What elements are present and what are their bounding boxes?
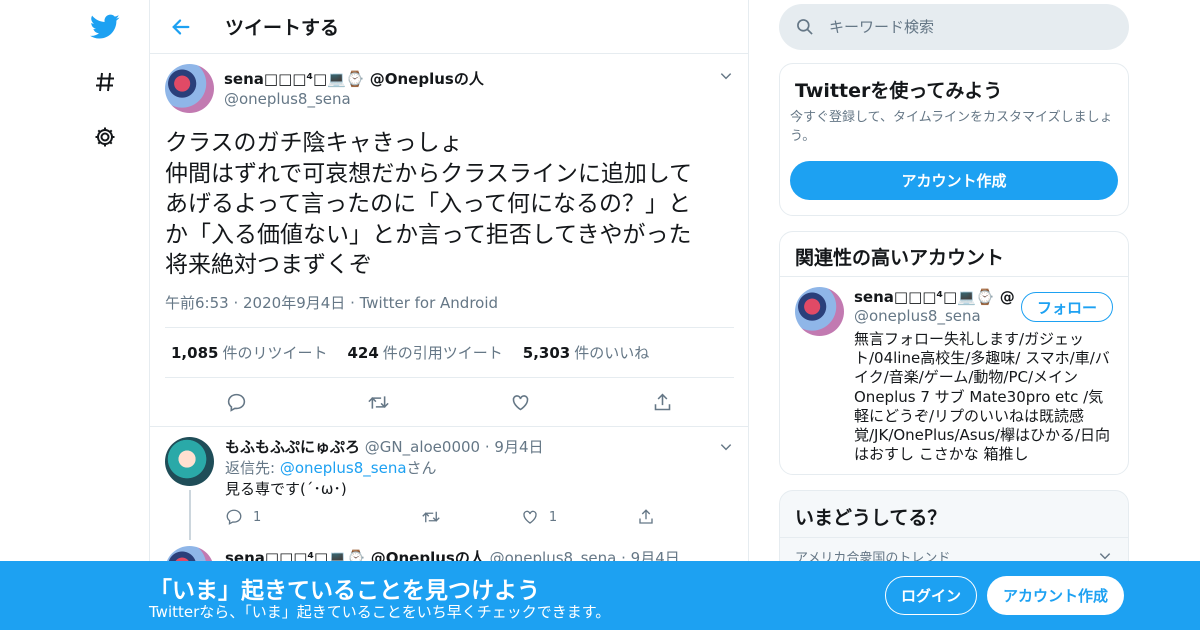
reply-icon[interactable]: [223, 389, 249, 415]
avatar[interactable]: [165, 64, 214, 113]
reply-retweet-button[interactable]: [421, 508, 441, 526]
chevron-down-icon[interactable]: [716, 66, 736, 86]
back-arrow-icon[interactable]: [164, 10, 198, 44]
divider: [780, 537, 1128, 538]
reply-to: 返信先: @oneplus8_senaさん: [225, 459, 437, 477]
chevron-down-icon[interactable]: [716, 437, 736, 457]
reply-icon: [226, 509, 242, 525]
reply-date[interactable]: 9月4日: [494, 438, 543, 456]
main-column: ツイートする sena□□□⁴□💻⌚ @Oneplusの人 @oneplus8_…: [149, 0, 749, 630]
left-nav: [0, 0, 150, 630]
gear-icon[interactable]: [88, 120, 122, 154]
related-accounts-card: 関連性の高いアカウント sena□□□⁴□💻⌚ @... @oneplus8_s…: [779, 231, 1129, 475]
reply-tweet[interactable]: もふもふぷにゅぷろ @GN_aloe0000 · 9月4日 返信先: @onep…: [150, 427, 748, 541]
avatar[interactable]: [165, 437, 214, 486]
login-button[interactable]: ログイン: [885, 576, 977, 615]
reply-like-count: 1: [548, 509, 558, 525]
retweet-count[interactable]: 1,085 件のリツイート: [171, 342, 327, 363]
retweet-icon: [422, 511, 440, 523]
tweet-text: クラスのガチ陰キャきっしょ 仲間はずれで可哀想だからクラスラインに追加して あげ…: [165, 130, 693, 278]
reply-text: 見る専です(´･ω･): [225, 480, 347, 498]
search-bar[interactable]: [779, 4, 1129, 50]
divider: [780, 276, 1128, 277]
signup-banner: 「いま」起きていることを見つけよう Twitterなら、「いま」起きていることを…: [0, 561, 1200, 630]
author-name[interactable]: sena□□□⁴□💻⌚ @Oneplusの人: [224, 68, 484, 89]
tweet-time[interactable]: 午前6:53: [165, 294, 229, 312]
avatar[interactable]: [795, 287, 844, 336]
tweet-actions: [165, 378, 734, 426]
main-tweet: sena□□□⁴□💻⌚ @Oneplusの人 @oneplus8_sena クラ…: [150, 54, 748, 426]
banner-subtitle: Twitterなら、「いま」起きていることをいち早くチェックできます。: [149, 603, 611, 621]
tweet-stats: 1,085 件のリツイート 424 件の引用ツイート 5,303 件のいいね: [165, 327, 734, 378]
header: ツイートする: [150, 0, 748, 54]
like-icon[interactable]: [508, 389, 534, 415]
quote-count[interactable]: 424 件の引用ツイート: [347, 342, 502, 363]
banner-title: 「いま」起きていることを見つけよう: [149, 578, 540, 604]
reply-header: もふもふぷにゅぷろ @GN_aloe0000 · 9月4日: [225, 438, 544, 456]
tweet-date[interactable]: 2020年9月4日: [243, 294, 345, 312]
trends-card-title: いまどうしてる？: [795, 507, 947, 529]
like-count[interactable]: 5,303 件のいいね: [523, 342, 649, 363]
signup-card-title: Twitterを使ってみよう: [795, 80, 1003, 102]
reply-reply-count: 1: [253, 509, 262, 525]
reply-to-handle[interactable]: @oneplus8_sena: [280, 459, 407, 477]
signup-card-desc: 今すぐ登録して、タイムラインをカスタマイズしましょう。: [790, 110, 1113, 144]
thread-line: [189, 490, 191, 540]
follow-button[interactable]: フォロー: [1021, 292, 1113, 322]
reply-author-handle[interactable]: @GN_aloe0000: [365, 438, 480, 456]
hashtag-icon[interactable]: [88, 65, 122, 99]
tweet-author[interactable]: sena□□□⁴□💻⌚ @Oneplusの人 @oneplus8_sena: [224, 68, 484, 108]
tweet-source[interactable]: Twitter for Android: [360, 294, 498, 312]
author-handle[interactable]: @oneplus8_sena: [224, 90, 484, 108]
related-account-name[interactable]: sena□□□⁴□💻⌚ @...: [854, 288, 1014, 306]
reply-author-name[interactable]: もふもふぷにゅぷろ: [225, 438, 360, 456]
tweet-meta: 午前6:53 · 2020年9月4日 · Twitter for Android: [165, 294, 499, 312]
signup-card: Twitterを使ってみよう 今すぐ登録して、タイムラインをカスタマイズしましょ…: [779, 63, 1129, 216]
create-account-button[interactable]: アカウント作成: [790, 161, 1118, 200]
reply-actions: 1 1: [225, 508, 655, 526]
search-input[interactable]: [829, 18, 1109, 36]
related-account-bio: 無言フォロー失礼します/ガジェット/04line高校生/多趣味/ スマホ/車/バ…: [854, 330, 1111, 464]
related-account-handle[interactable]: @oneplus8_sena: [854, 307, 981, 325]
share-icon: [639, 509, 653, 524]
retweet-icon[interactable]: [365, 389, 391, 415]
reply-reply-button[interactable]: 1: [225, 508, 261, 526]
twitter-logo-icon[interactable]: [88, 10, 122, 44]
related-card-title: 関連性の高いアカウント: [795, 247, 1005, 269]
page-title: ツイートする: [225, 17, 340, 39]
reply-share-button[interactable]: [637, 508, 655, 526]
share-icon[interactable]: [650, 389, 676, 415]
banner-signup-button[interactable]: アカウント作成: [987, 576, 1124, 615]
search-icon: [797, 19, 813, 35]
like-icon: [523, 510, 537, 524]
reply-like-button[interactable]: 1: [521, 508, 557, 526]
